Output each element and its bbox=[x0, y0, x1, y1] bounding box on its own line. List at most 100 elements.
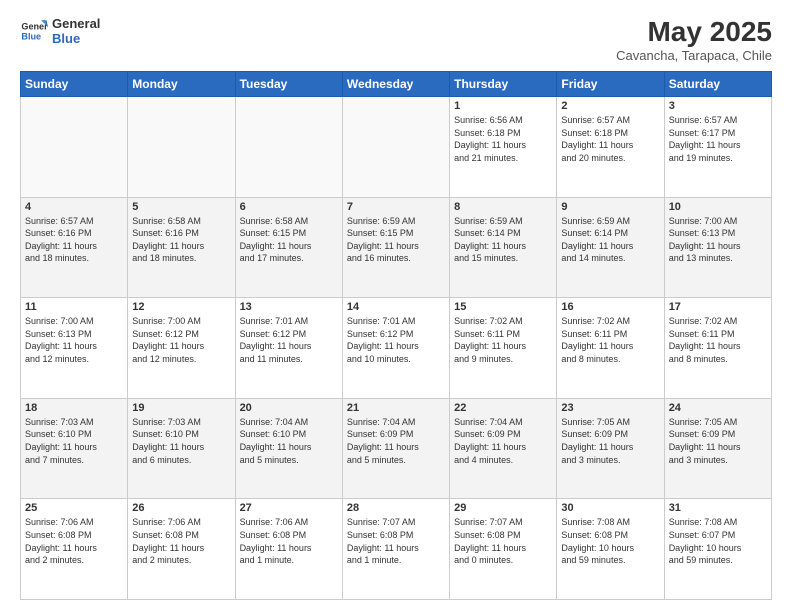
day-info: Sunrise: 7:04 AM Sunset: 6:09 PM Dayligh… bbox=[347, 416, 445, 466]
day-info: Sunrise: 6:57 AM Sunset: 6:16 PM Dayligh… bbox=[25, 215, 123, 265]
day-info: Sunrise: 7:04 AM Sunset: 6:10 PM Dayligh… bbox=[240, 416, 338, 466]
calendar-cell: 10Sunrise: 7:00 AM Sunset: 6:13 PM Dayli… bbox=[664, 197, 771, 298]
day-number: 16 bbox=[561, 301, 659, 313]
calendar-week-row: 1 Sunrise: 6:56 AM Sunset: 6:18 PM Daylig… bbox=[21, 97, 772, 198]
day-info: Sunrise: 7:01 AM Sunset: 6:12 PM Dayligh… bbox=[347, 315, 445, 365]
day-number: 19 bbox=[132, 402, 230, 414]
calendar-cell: 3Sunrise: 6:57 AM Sunset: 6:17 PM Daylig… bbox=[664, 97, 771, 198]
day-number: 22 bbox=[454, 402, 552, 414]
logo: General Blue General Blue bbox=[20, 16, 100, 46]
logo-icon: General Blue bbox=[20, 17, 48, 45]
day-info: Sunrise: 6:59 AM Sunset: 6:14 PM Dayligh… bbox=[454, 215, 552, 265]
calendar-cell: 21 Sunrise: 7:04 AM Sunset: 6:09 PM Dayli… bbox=[342, 398, 449, 499]
logo-blue: Blue bbox=[52, 31, 100, 46]
day-number: 15 bbox=[454, 301, 552, 313]
calendar-cell bbox=[342, 97, 449, 198]
day-number: 29 bbox=[454, 502, 552, 514]
day-number: 13 bbox=[240, 301, 338, 313]
day-number: 17 bbox=[669, 301, 767, 313]
day-info: Sunrise: 6:59 AM Sunset: 6:14 PM Dayligh… bbox=[561, 215, 659, 265]
calendar-cell: 8 Sunrise: 6:59 AM Sunset: 6:14 PM Daylig… bbox=[450, 197, 557, 298]
calendar-cell: 24Sunrise: 7:05 AM Sunset: 6:09 PM Dayli… bbox=[664, 398, 771, 499]
day-number: 27 bbox=[240, 502, 338, 514]
calendar-header-row: SundayMondayTuesdayWednesdayThursdayFrid… bbox=[21, 72, 772, 97]
day-info: Sunrise: 7:05 AM Sunset: 6:09 PM Dayligh… bbox=[561, 416, 659, 466]
day-info: Sunrise: 7:06 AM Sunset: 6:08 PM Dayligh… bbox=[240, 516, 338, 566]
calendar-week-row: 25 Sunrise: 7:06 AM Sunset: 6:08 PM Dayli… bbox=[21, 499, 772, 600]
weekday-header: Monday bbox=[128, 72, 235, 97]
day-number: 11 bbox=[25, 301, 123, 313]
day-info: Sunrise: 6:58 AM Sunset: 6:15 PM Dayligh… bbox=[240, 215, 338, 265]
calendar-cell: 6 Sunrise: 6:58 AM Sunset: 6:15 PM Daylig… bbox=[235, 197, 342, 298]
day-number: 25 bbox=[25, 502, 123, 514]
day-number: 9 bbox=[561, 201, 659, 213]
day-number: 26 bbox=[132, 502, 230, 514]
day-number: 6 bbox=[240, 201, 338, 213]
svg-text:Blue: Blue bbox=[21, 31, 41, 41]
calendar-subtitle: Cavancha, Tarapaca, Chile bbox=[616, 48, 772, 63]
calendar-cell: 20 Sunrise: 7:04 AM Sunset: 6:10 PM Dayli… bbox=[235, 398, 342, 499]
calendar-cell: 7 Sunrise: 6:59 AM Sunset: 6:15 PM Daylig… bbox=[342, 197, 449, 298]
day-info: Sunrise: 6:57 AM Sunset: 6:18 PM Dayligh… bbox=[561, 114, 659, 164]
day-number: 24 bbox=[669, 402, 767, 414]
weekday-header: Thursday bbox=[450, 72, 557, 97]
day-info: Sunrise: 7:03 AM Sunset: 6:10 PM Dayligh… bbox=[25, 416, 123, 466]
page-header: General Blue General Blue May 2025 Cavan… bbox=[20, 16, 772, 63]
calendar-cell: 5Sunrise: 6:58 AM Sunset: 6:16 PM Daylig… bbox=[128, 197, 235, 298]
day-info: Sunrise: 7:07 AM Sunset: 6:08 PM Dayligh… bbox=[347, 516, 445, 566]
day-info: Sunrise: 7:08 AM Sunset: 6:08 PM Dayligh… bbox=[561, 516, 659, 566]
day-info: Sunrise: 7:00 AM Sunset: 6:12 PM Dayligh… bbox=[132, 315, 230, 365]
day-info: Sunrise: 7:04 AM Sunset: 6:09 PM Dayligh… bbox=[454, 416, 552, 466]
day-number: 1 bbox=[454, 100, 552, 112]
calendar-week-row: 11Sunrise: 7:00 AM Sunset: 6:13 PM Dayli… bbox=[21, 298, 772, 399]
day-number: 12 bbox=[132, 301, 230, 313]
day-info: Sunrise: 7:07 AM Sunset: 6:08 PM Dayligh… bbox=[454, 516, 552, 566]
calendar-title: May 2025 bbox=[616, 16, 772, 48]
calendar-cell: 17 Sunrise: 7:02 AM Sunset: 6:11 PM Dayli… bbox=[664, 298, 771, 399]
day-info: Sunrise: 6:56 AM Sunset: 6:18 PM Dayligh… bbox=[454, 114, 552, 164]
day-number: 30 bbox=[561, 502, 659, 514]
calendar-cell: 29 Sunrise: 7:07 AM Sunset: 6:08 PM Dayli… bbox=[450, 499, 557, 600]
calendar-week-row: 18 Sunrise: 7:03 AM Sunset: 6:10 PM Dayli… bbox=[21, 398, 772, 499]
calendar-week-row: 4 Sunrise: 6:57 AM Sunset: 6:16 PM Daylig… bbox=[21, 197, 772, 298]
day-number: 20 bbox=[240, 402, 338, 414]
title-block: May 2025 Cavancha, Tarapaca, Chile bbox=[616, 16, 772, 63]
calendar-cell bbox=[128, 97, 235, 198]
calendar-cell: 16 Sunrise: 7:02 AM Sunset: 6:11 PM Dayli… bbox=[557, 298, 664, 399]
day-number: 18 bbox=[25, 402, 123, 414]
day-info: Sunrise: 7:02 AM Sunset: 6:11 PM Dayligh… bbox=[454, 315, 552, 365]
calendar-cell: 26 Sunrise: 7:06 AM Sunset: 6:08 PM Dayli… bbox=[128, 499, 235, 600]
day-info: Sunrise: 7:02 AM Sunset: 6:11 PM Dayligh… bbox=[561, 315, 659, 365]
day-info: Sunrise: 6:59 AM Sunset: 6:15 PM Dayligh… bbox=[347, 215, 445, 265]
day-number: 2 bbox=[561, 100, 659, 112]
calendar-cell: 11Sunrise: 7:00 AM Sunset: 6:13 PM Dayli… bbox=[21, 298, 128, 399]
calendar-cell: 28Sunrise: 7:07 AM Sunset: 6:08 PM Dayli… bbox=[342, 499, 449, 600]
day-number: 7 bbox=[347, 201, 445, 213]
calendar-cell: 18 Sunrise: 7:03 AM Sunset: 6:10 PM Dayli… bbox=[21, 398, 128, 499]
day-info: Sunrise: 6:57 AM Sunset: 6:17 PM Dayligh… bbox=[669, 114, 767, 164]
calendar-cell: 19 Sunrise: 7:03 AM Sunset: 6:10 PM Dayli… bbox=[128, 398, 235, 499]
calendar-cell: 30 Sunrise: 7:08 AM Sunset: 6:08 PM Dayli… bbox=[557, 499, 664, 600]
day-number: 4 bbox=[25, 201, 123, 213]
weekday-header: Wednesday bbox=[342, 72, 449, 97]
weekday-header: Friday bbox=[557, 72, 664, 97]
calendar-cell: 9 Sunrise: 6:59 AM Sunset: 6:14 PM Daylig… bbox=[557, 197, 664, 298]
calendar-cell bbox=[235, 97, 342, 198]
day-number: 14 bbox=[347, 301, 445, 313]
day-number: 21 bbox=[347, 402, 445, 414]
day-info: Sunrise: 7:08 AM Sunset: 6:07 PM Dayligh… bbox=[669, 516, 767, 566]
calendar-table: SundayMondayTuesdayWednesdayThursdayFrid… bbox=[20, 71, 772, 600]
day-info: Sunrise: 7:03 AM Sunset: 6:10 PM Dayligh… bbox=[132, 416, 230, 466]
day-info: Sunrise: 7:06 AM Sunset: 6:08 PM Dayligh… bbox=[132, 516, 230, 566]
day-info: Sunrise: 7:01 AM Sunset: 6:12 PM Dayligh… bbox=[240, 315, 338, 365]
calendar-cell: 15 Sunrise: 7:02 AM Sunset: 6:11 PM Dayli… bbox=[450, 298, 557, 399]
day-number: 8 bbox=[454, 201, 552, 213]
calendar-cell: 12 Sunrise: 7:00 AM Sunset: 6:12 PM Dayli… bbox=[128, 298, 235, 399]
calendar-cell: 22 Sunrise: 7:04 AM Sunset: 6:09 PM Dayli… bbox=[450, 398, 557, 499]
weekday-header: Sunday bbox=[21, 72, 128, 97]
calendar-cell bbox=[21, 97, 128, 198]
day-info: Sunrise: 7:00 AM Sunset: 6:13 PM Dayligh… bbox=[669, 215, 767, 265]
day-info: Sunrise: 7:02 AM Sunset: 6:11 PM Dayligh… bbox=[669, 315, 767, 365]
calendar-cell: 31Sunrise: 7:08 AM Sunset: 6:07 PM Dayli… bbox=[664, 499, 771, 600]
calendar-cell: 14 Sunrise: 7:01 AM Sunset: 6:12 PM Dayli… bbox=[342, 298, 449, 399]
